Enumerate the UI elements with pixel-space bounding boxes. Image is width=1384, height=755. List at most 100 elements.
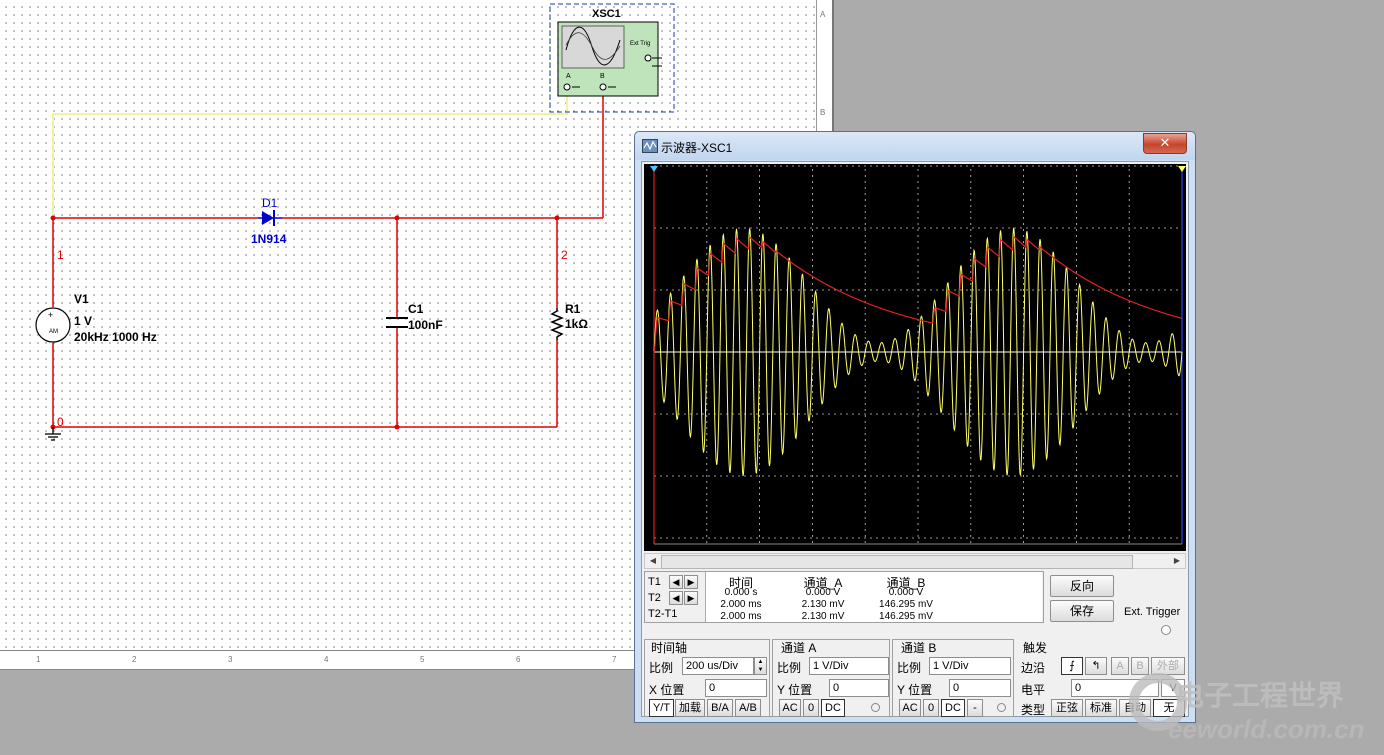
timebase-scale-label: 比例 [649,661,674,675]
timebase-title: 时间轴 [651,641,688,655]
node-1-label: 1 [57,248,64,262]
res-value-label: 1kΩ [565,317,588,331]
diode-model-label: 1N914 [251,232,287,246]
close-button[interactable]: ✕ [1143,133,1187,154]
ruler-num: 2 [132,655,137,664]
trigger-edge-label: 边沿 [1021,661,1046,675]
x-position-label: X 位置 [649,683,685,697]
ext-trigger-terminal-icon[interactable] [1161,625,1171,635]
channel-b-dc-button[interactable]: DC [941,699,965,717]
t1-time: 0.000 s [724,587,758,598]
junction-dot [394,215,400,221]
t2-left-arrow-icon[interactable]: ◀ [669,591,683,605]
scope-app-icon [642,139,658,153]
timebase-scale-field[interactable]: 200 us/Div [682,657,754,675]
waveform-display [650,165,1186,545]
scroll-thumb[interactable] [661,555,1133,569]
channel-b-invert-button[interactable]: - [967,699,983,717]
scope-block [549,3,675,113]
scroll-right-icon[interactable]: ▶ [1170,555,1184,567]
t2-t1-time: 2.000 ms [720,611,762,622]
trigger-source-a[interactable]: A [1111,657,1129,675]
channel-a-scale-label: 比例 [777,661,802,675]
scope-b-label: B [600,73,605,80]
oscilloscope-window[interactable]: 示波器-XSC1 ✕ ◀ ▶ T1 T2 T2-T1 ◀ ▶ ◀ ▶ 时间 通道… [634,131,1196,723]
scope-screen[interactable] [644,164,1186,551]
cursor-panel: T1 T2 T2-T1 ◀ ▶ ◀ ▶ 时间 通道_A 通道_B 0.000 s… [644,571,1044,623]
save-button[interactable]: 保存 [1050,600,1114,622]
channel-a-title: 通道 A [781,641,817,655]
channel-b-terminal-icon[interactable] [997,703,1006,712]
channel-b-scale-field[interactable]: 1 V/Div [929,657,1011,675]
yt-mode-button[interactable]: Y/T [649,699,674,717]
ext-trig-label: Ext Trig [630,41,651,47]
watermark: 电子工程世界 eeworld.com.cn [1128,668,1378,752]
timebase-panel: 时间轴 比例 200 us/Div ▲ ▼ X 位置 0 Y/T 加载 B/A A… [644,639,770,717]
ext-trigger-label: Ext. Trigger [1124,606,1181,618]
window-title: 示波器-XSC1 [661,141,733,155]
t1-b: 0.000 V [888,587,924,598]
channel-a-ypos-label: Y 位置 [777,683,813,697]
trigger-type-single[interactable]: 正弦 [1051,699,1083,717]
cursor-t2-marker-icon [1178,166,1186,172]
node-0-label: 0 [57,415,64,429]
t1-label: T1 [648,576,661,588]
am-source-symbol: + AM [35,307,71,343]
channel-b-zero-button[interactable]: 0 [923,699,939,717]
ruler-num: 6 [516,655,521,664]
title-bar[interactable]: 示波器-XSC1 ✕ [635,132,1195,160]
t2-right-arrow-icon[interactable]: ▶ [684,591,698,605]
source-amp-label: 1 V [74,314,93,328]
timebase-spinner[interactable]: ▲ ▼ [754,657,767,675]
channel-b-ypos-label: Y 位置 [897,683,933,697]
t2-t1-label: T2-T1 [648,608,678,620]
t2-time: 2.000 ms [720,599,762,610]
channel-a-terminal-icon[interactable] [871,703,880,712]
t2-b: 146.295 mV [879,599,933,610]
cap-value-label: 100nF [408,318,443,332]
trigger-title: 触发 [1023,641,1048,655]
channel-b-panel: 通道 B 比例 1 V/Div Y 位置 0 AC 0 DC - [892,639,1014,717]
falling-edge-icon[interactable]: ↰ [1085,657,1107,675]
channel-a-zero-button[interactable]: 0 [803,699,819,717]
ruler-num: 4 [324,655,329,664]
t1-right-arrow-icon[interactable]: ▶ [684,575,698,589]
res-ref-label: R1 [565,302,581,316]
channel-b-ypos-field[interactable]: 0 [949,679,1011,697]
source-freq-label: 20kHz 1000 Hz [74,330,157,344]
t2-t1-a: 2.130 mV [801,611,845,622]
channel-a-ac-button[interactable]: AC [779,699,801,717]
scope-a-label: A [566,73,571,80]
t2-a: 2.130 mV [801,599,845,610]
channel-a-dc-button[interactable]: DC [821,699,845,717]
trigger-type-normal[interactable]: 标准 [1085,699,1117,717]
trigger-type-label: 类型 [1021,703,1046,717]
t2-t1-b: 146.295 mV [879,611,933,622]
t2-label: T2 [648,592,661,604]
ruler-num: 1 [36,655,41,664]
ruler-num: 3 [228,655,233,664]
node-2-label: 2 [561,248,568,262]
scroll-left-icon[interactable]: ◀ [646,555,660,567]
ba-mode-button[interactable]: B/A [707,699,733,717]
channel-a-ypos-field[interactable]: 0 [829,679,889,697]
t1-a: 0.000 V [805,587,841,598]
channel-a-scale-field[interactable]: 1 V/Div [809,657,889,675]
channel-a-panel: 通道 A 比例 1 V/Div Y 位置 0 AC 0 DC [772,639,890,717]
junction-dot [554,215,560,221]
capacitor-symbol [386,317,408,328]
reverse-button[interactable]: 反向 [1050,575,1114,597]
watermark-site: eeworld.com.cn [1168,714,1365,744]
t1-left-arrow-icon[interactable]: ◀ [669,575,683,589]
readout-table: 时间 通道_A 通道_B 0.000 s 0.000 V 0.000 V 2.0… [705,572,1042,622]
source-ref-label: V1 [74,292,89,306]
channel-b-ac-button[interactable]: AC [899,699,921,717]
ab-mode-button[interactable]: A/B [735,699,761,717]
rising-edge-icon[interactable]: ⨍ [1061,657,1083,675]
diode-ref-label: D1 [262,196,278,210]
x-position-field[interactable]: 0 [705,679,767,697]
horizontal-scrollbar[interactable]: ◀ ▶ [644,553,1186,569]
add-mode-button[interactable]: 加载 [675,699,705,717]
ruler-num: 7 [612,655,617,664]
scope-client-area: ◀ ▶ T1 T2 T2-T1 ◀ ▶ ◀ ▶ 时间 通道_A 通道_B 0.0… [641,161,1189,717]
